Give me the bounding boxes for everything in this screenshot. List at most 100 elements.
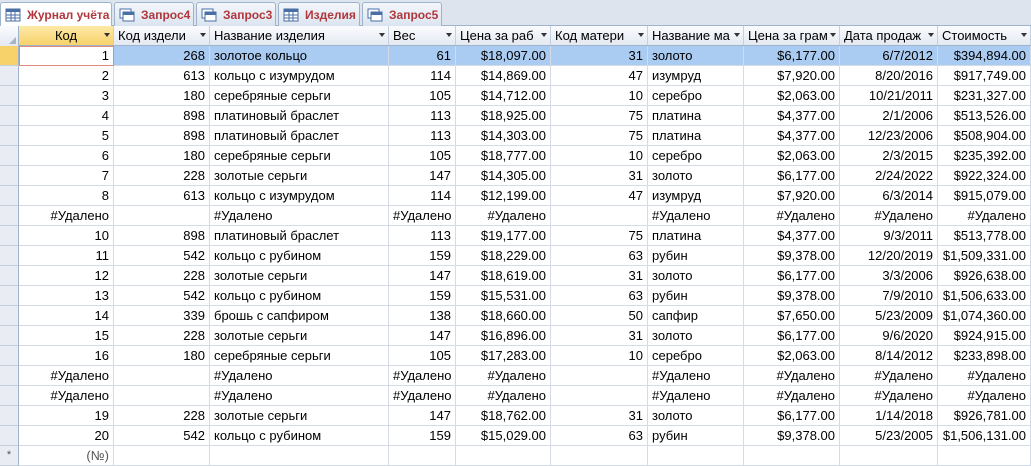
cell-nazvanie-materiala[interactable]: рубин bbox=[648, 286, 744, 306]
chevron-down-icon[interactable] bbox=[734, 33, 740, 37]
cell-kod[interactable]: #Удалено bbox=[19, 206, 114, 226]
cell-cena-za-rabotu[interactable]: #Удалено bbox=[456, 206, 551, 226]
cell-kod-materiala[interactable]: 63 bbox=[551, 426, 648, 446]
cell-nazvanie-izdeliya[interactable]: кольцо с рубином bbox=[210, 286, 389, 306]
chevron-down-icon[interactable] bbox=[928, 33, 934, 37]
cell-kod-izdeliya[interactable]: 542 bbox=[114, 286, 210, 306]
table-row[interactable]: 6 180 серебряные серьги 105 $18,777.00 10 сере… bbox=[0, 146, 1031, 166]
table-row[interactable]: 7 228 золотые серьги 147 $14,305.00 31 золото $… bbox=[0, 166, 1031, 186]
chevron-down-icon[interactable] bbox=[830, 33, 836, 37]
cell-nazvanie-izdeliya[interactable]: серебряные серьги bbox=[210, 86, 389, 106]
cell-nazvanie-materiala[interactable]: золото bbox=[648, 166, 744, 186]
cell-cena-za-gramm[interactable]: $7,920.00 bbox=[744, 186, 840, 206]
cell-cena-za-rabotu[interactable]: $18,619.00 bbox=[456, 266, 551, 286]
cell-kod-materiala[interactable]: 63 bbox=[551, 246, 648, 266]
row-selector[interactable] bbox=[0, 346, 19, 366]
table-row[interactable]: 16 180 серебряные серьги 105 $17,283.00 10 сер… bbox=[0, 346, 1031, 366]
column-header-kod-materiala[interactable]: Код матери bbox=[551, 26, 648, 45]
cell-kod[interactable]: 3 bbox=[19, 86, 114, 106]
row-selector[interactable] bbox=[0, 246, 19, 266]
cell-kod-izdeliya[interactable]: 339 bbox=[114, 306, 210, 326]
cell-kod-izdeliya[interactable]: 180 bbox=[114, 86, 210, 106]
cell-nazvanie-izdeliya[interactable]: платиновый браслет bbox=[210, 126, 389, 146]
cell-kod[interactable]: 5 bbox=[19, 126, 114, 146]
cell-nazvanie-materiala[interactable]: #Удалено bbox=[648, 206, 744, 226]
cell-kod-izdeliya[interactable]: 228 bbox=[114, 266, 210, 286]
cell-data-prodazhi[interactable]: 8/20/2016 bbox=[840, 66, 938, 86]
cell-nazvanie-izdeliya[interactable]: кольцо с изумрудом bbox=[210, 186, 389, 206]
cell-kod-izdeliya[interactable]: 898 bbox=[114, 126, 210, 146]
cell-kod[interactable]: 20 bbox=[19, 426, 114, 446]
cell-nazvanie-materiala[interactable]: сапфир bbox=[648, 306, 744, 326]
row-selector[interactable] bbox=[0, 306, 19, 326]
column-header-nazvanie-materiala[interactable]: Название ма bbox=[648, 26, 744, 45]
cell-cena-za-gramm[interactable]: $6,177.00 bbox=[744, 326, 840, 346]
cell-nazvanie-izdeliya[interactable]: серебряные серьги bbox=[210, 346, 389, 366]
cell-stoimost[interactable]: $922,324.00 bbox=[938, 166, 1031, 186]
cell-cena-za-gramm[interactable]: $2,063.00 bbox=[744, 146, 840, 166]
cell-data-prodazhi[interactable]: 2/3/2015 bbox=[840, 146, 938, 166]
cell-ves[interactable]: 147 bbox=[389, 406, 456, 426]
cell-cena-za-rabotu[interactable]: $18,660.00 bbox=[456, 306, 551, 326]
column-header-nazvanie-izdeliya[interactable]: Название изделия bbox=[210, 26, 389, 45]
cell-kod-materiala[interactable]: 10 bbox=[551, 86, 648, 106]
cell-ves[interactable]: 159 bbox=[389, 246, 456, 266]
cell-data-prodazhi[interactable]: 2/1/2006 bbox=[840, 106, 938, 126]
cell-kod[interactable]: 11 bbox=[19, 246, 114, 266]
cell-kod[interactable]: 13 bbox=[19, 286, 114, 306]
cell-ves[interactable]: 114 bbox=[389, 66, 456, 86]
column-header-cena-za-rabotu[interactable]: Цена за раб bbox=[456, 26, 551, 45]
cell-cena-za-gramm[interactable]: $6,177.00 bbox=[744, 406, 840, 426]
row-selector[interactable] bbox=[0, 226, 19, 246]
cell-cena-za-gramm[interactable]: #Удалено bbox=[744, 386, 840, 406]
cell-kod-materiala[interactable]: 31 bbox=[551, 406, 648, 426]
table-row[interactable]: #Удалено #Удалено #Удалено #Удалено #Удалено… bbox=[0, 206, 1031, 226]
cell-cena-za-rabotu[interactable]: $14,303.00 bbox=[456, 126, 551, 146]
new-cell-nazvanie-materiala[interactable] bbox=[648, 446, 744, 466]
tab-zhurnal-ucheta[interactable]: Журнал учёта bbox=[0, 2, 112, 27]
cell-nazvanie-materiala[interactable]: изумруд bbox=[648, 186, 744, 206]
cell-nazvanie-materiala[interactable]: платина bbox=[648, 106, 744, 126]
cell-kod-materiala[interactable]: 47 bbox=[551, 66, 648, 86]
cell-kod[interactable]: 16 bbox=[19, 346, 114, 366]
cell-data-prodazhi[interactable]: 10/21/2011 bbox=[840, 86, 938, 106]
cell-nazvanie-materiala[interactable]: платина bbox=[648, 126, 744, 146]
table-row[interactable]: 14 339 брошь с сапфиром 138 $18,660.00 50 сапф… bbox=[0, 306, 1031, 326]
cell-kod-izdeliya[interactable]: 228 bbox=[114, 166, 210, 186]
new-cell-kod[interactable]: (№) bbox=[19, 446, 114, 466]
table-row[interactable]: 8 613 кольцо с изумрудом 114 $12,199.00 47 изу… bbox=[0, 186, 1031, 206]
cell-data-prodazhi[interactable]: 5/23/2005 bbox=[840, 426, 938, 446]
cell-cena-za-rabotu[interactable]: #Удалено bbox=[456, 386, 551, 406]
select-all-corner[interactable] bbox=[0, 26, 19, 46]
cell-kod-materiala[interactable]: 10 bbox=[551, 146, 648, 166]
column-header-kod-izdeliya[interactable]: Код издели bbox=[114, 26, 210, 45]
cell-nazvanie-izdeliya[interactable]: брошь с сапфиром bbox=[210, 306, 389, 326]
cell-nazvanie-materiala[interactable]: рубин bbox=[648, 246, 744, 266]
row-selector[interactable] bbox=[0, 386, 19, 406]
cell-kod[interactable]: 14 bbox=[19, 306, 114, 326]
cell-cena-za-gramm[interactable]: $2,063.00 bbox=[744, 346, 840, 366]
cell-ves[interactable]: 105 bbox=[389, 86, 456, 106]
cell-ves[interactable]: #Удалено bbox=[389, 366, 456, 386]
cell-kod[interactable]: 2 bbox=[19, 66, 114, 86]
cell-data-prodazhi[interactable]: 1/14/2018 bbox=[840, 406, 938, 426]
cell-nazvanie-izdeliya[interactable]: #Удалено bbox=[210, 206, 389, 226]
column-header-cena-za-gramm[interactable]: Цена за грам bbox=[744, 26, 840, 45]
cell-data-prodazhi[interactable]: #Удалено bbox=[840, 206, 938, 226]
cell-kod-izdeliya[interactable]: 228 bbox=[114, 326, 210, 346]
row-selector[interactable] bbox=[0, 86, 19, 106]
chevron-down-icon[interactable] bbox=[200, 33, 206, 37]
cell-cena-za-rabotu[interactable]: $18,925.00 bbox=[456, 106, 551, 126]
new-cell-cena-za-gramm[interactable] bbox=[744, 446, 840, 466]
cell-nazvanie-izdeliya[interactable]: кольцо с изумрудом bbox=[210, 66, 389, 86]
cell-kod[interactable]: 4 bbox=[19, 106, 114, 126]
cell-kod[interactable]: #Удалено bbox=[19, 366, 114, 386]
cell-stoimost[interactable]: #Удалено bbox=[938, 386, 1031, 406]
cell-cena-za-gramm[interactable]: $7,920.00 bbox=[744, 66, 840, 86]
cell-cena-za-gramm[interactable]: $4,377.00 bbox=[744, 226, 840, 246]
cell-stoimost[interactable]: $233,898.00 bbox=[938, 346, 1031, 366]
cell-ves[interactable]: 61 bbox=[389, 46, 456, 66]
cell-kod[interactable]: 12 bbox=[19, 266, 114, 286]
cell-cena-za-rabotu[interactable]: $18,097.00 bbox=[456, 46, 551, 66]
cell-kod[interactable]: #Удалено bbox=[19, 386, 114, 406]
